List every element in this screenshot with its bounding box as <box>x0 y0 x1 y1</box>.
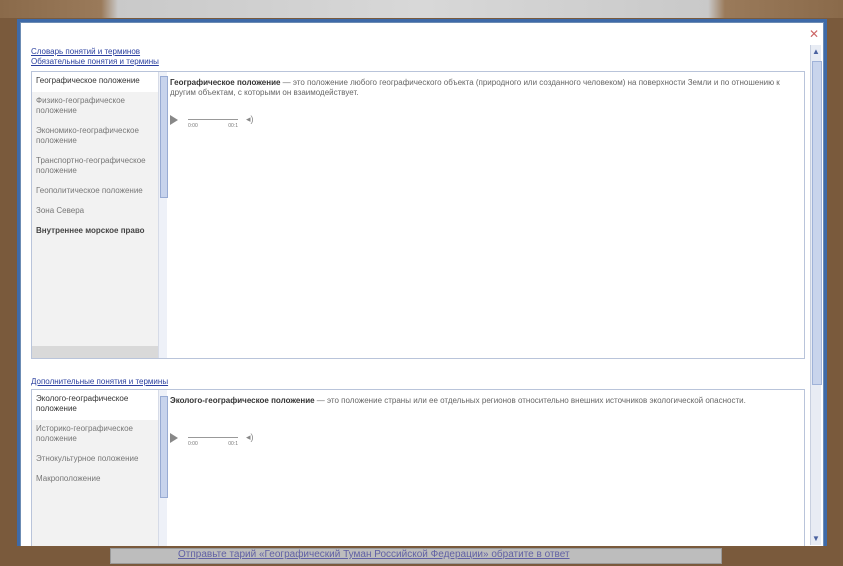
dictionary-title[interactable]: Словарь понятий и терминов <box>31 47 140 56</box>
list-item[interactable]: Внутреннее морское право <box>32 222 158 242</box>
term-definition: Эколого-географическое положение — это п… <box>170 396 794 406</box>
volume-icon[interactable]: ◂) <box>246 114 254 125</box>
list-scroll-thumb[interactable] <box>160 76 168 198</box>
top-bar <box>0 0 843 18</box>
taskbar-link[interactable]: Отправьте тарий «Географический Туман Ро… <box>178 549 570 560</box>
panel-additional: Эколого-географическое положение Историк… <box>31 389 805 546</box>
term-name: Географическое положение <box>170 78 281 87</box>
window-scrollbar[interactable]: ▲ ▼ <box>810 45 822 545</box>
audio-progress[interactable]: 0:00 00:1 <box>188 437 238 447</box>
time-end: 00:1 <box>228 441 238 447</box>
close-icon[interactable]: ✕ <box>809 27 819 41</box>
list-item[interactable]: Физико-географическое положение <box>32 92 158 122</box>
scroll-up-icon[interactable]: ▲ <box>812 47 820 56</box>
terms-list-required: Географическое положение Физико-географи… <box>32 72 159 358</box>
term-definition: Географическое положение — это положение… <box>170 78 794 98</box>
scroll-down-icon[interactable]: ▼ <box>812 534 820 543</box>
audio-player: 0:00 00:1 ◂) <box>170 114 254 129</box>
list-scrollbar[interactable] <box>158 72 168 358</box>
section-additional-title[interactable]: Дополнительные понятия и термины <box>31 377 168 386</box>
audio-player: 0:00 00:1 ◂) <box>170 432 254 447</box>
terms-list-additional: Эколого-географическое положение Историк… <box>32 390 159 546</box>
list-item[interactable]: Зона Севера <box>32 202 158 222</box>
list-item[interactable]: Транспортно-географическое положение <box>32 152 158 182</box>
list-item[interactable]: Эколого-географическое положение <box>32 390 158 420</box>
list-item[interactable]: Этнокультурное положение <box>32 450 158 470</box>
list-item[interactable]: Геополитическое положение <box>32 182 158 202</box>
list-scroll-thumb[interactable] <box>160 396 168 498</box>
volume-icon[interactable]: ◂) <box>246 432 254 443</box>
panel-required: Географическое положение Физико-географи… <box>31 71 805 359</box>
list-item[interactable]: Макроположение <box>32 470 158 490</box>
list-scrollbar[interactable] <box>158 390 168 546</box>
play-icon[interactable] <box>170 114 178 125</box>
time-start: 0:00 <box>188 123 198 129</box>
window-scroll-thumb[interactable] <box>812 61 822 385</box>
list-item[interactable]: Экономико-географическое положение <box>32 122 158 152</box>
section-required-title[interactable]: Обязательные понятия и термины <box>31 57 159 66</box>
list-footer <box>32 346 158 358</box>
time-end: 00:1 <box>228 123 238 129</box>
list-item[interactable]: Географическое положение <box>32 72 158 92</box>
time-start: 0:00 <box>188 441 198 447</box>
definition-text: — это положение страны или ее отдельных … <box>314 396 746 405</box>
play-icon[interactable] <box>170 432 178 443</box>
dictionary-window: ✕ ▲ ▼ Словарь понятий и терминов Обязате… <box>20 22 824 548</box>
audio-progress[interactable]: 0:00 00:1 <box>188 119 238 129</box>
list-item[interactable]: Историко-географическое положение <box>32 420 158 450</box>
term-name: Эколого-географическое положение <box>170 396 315 405</box>
